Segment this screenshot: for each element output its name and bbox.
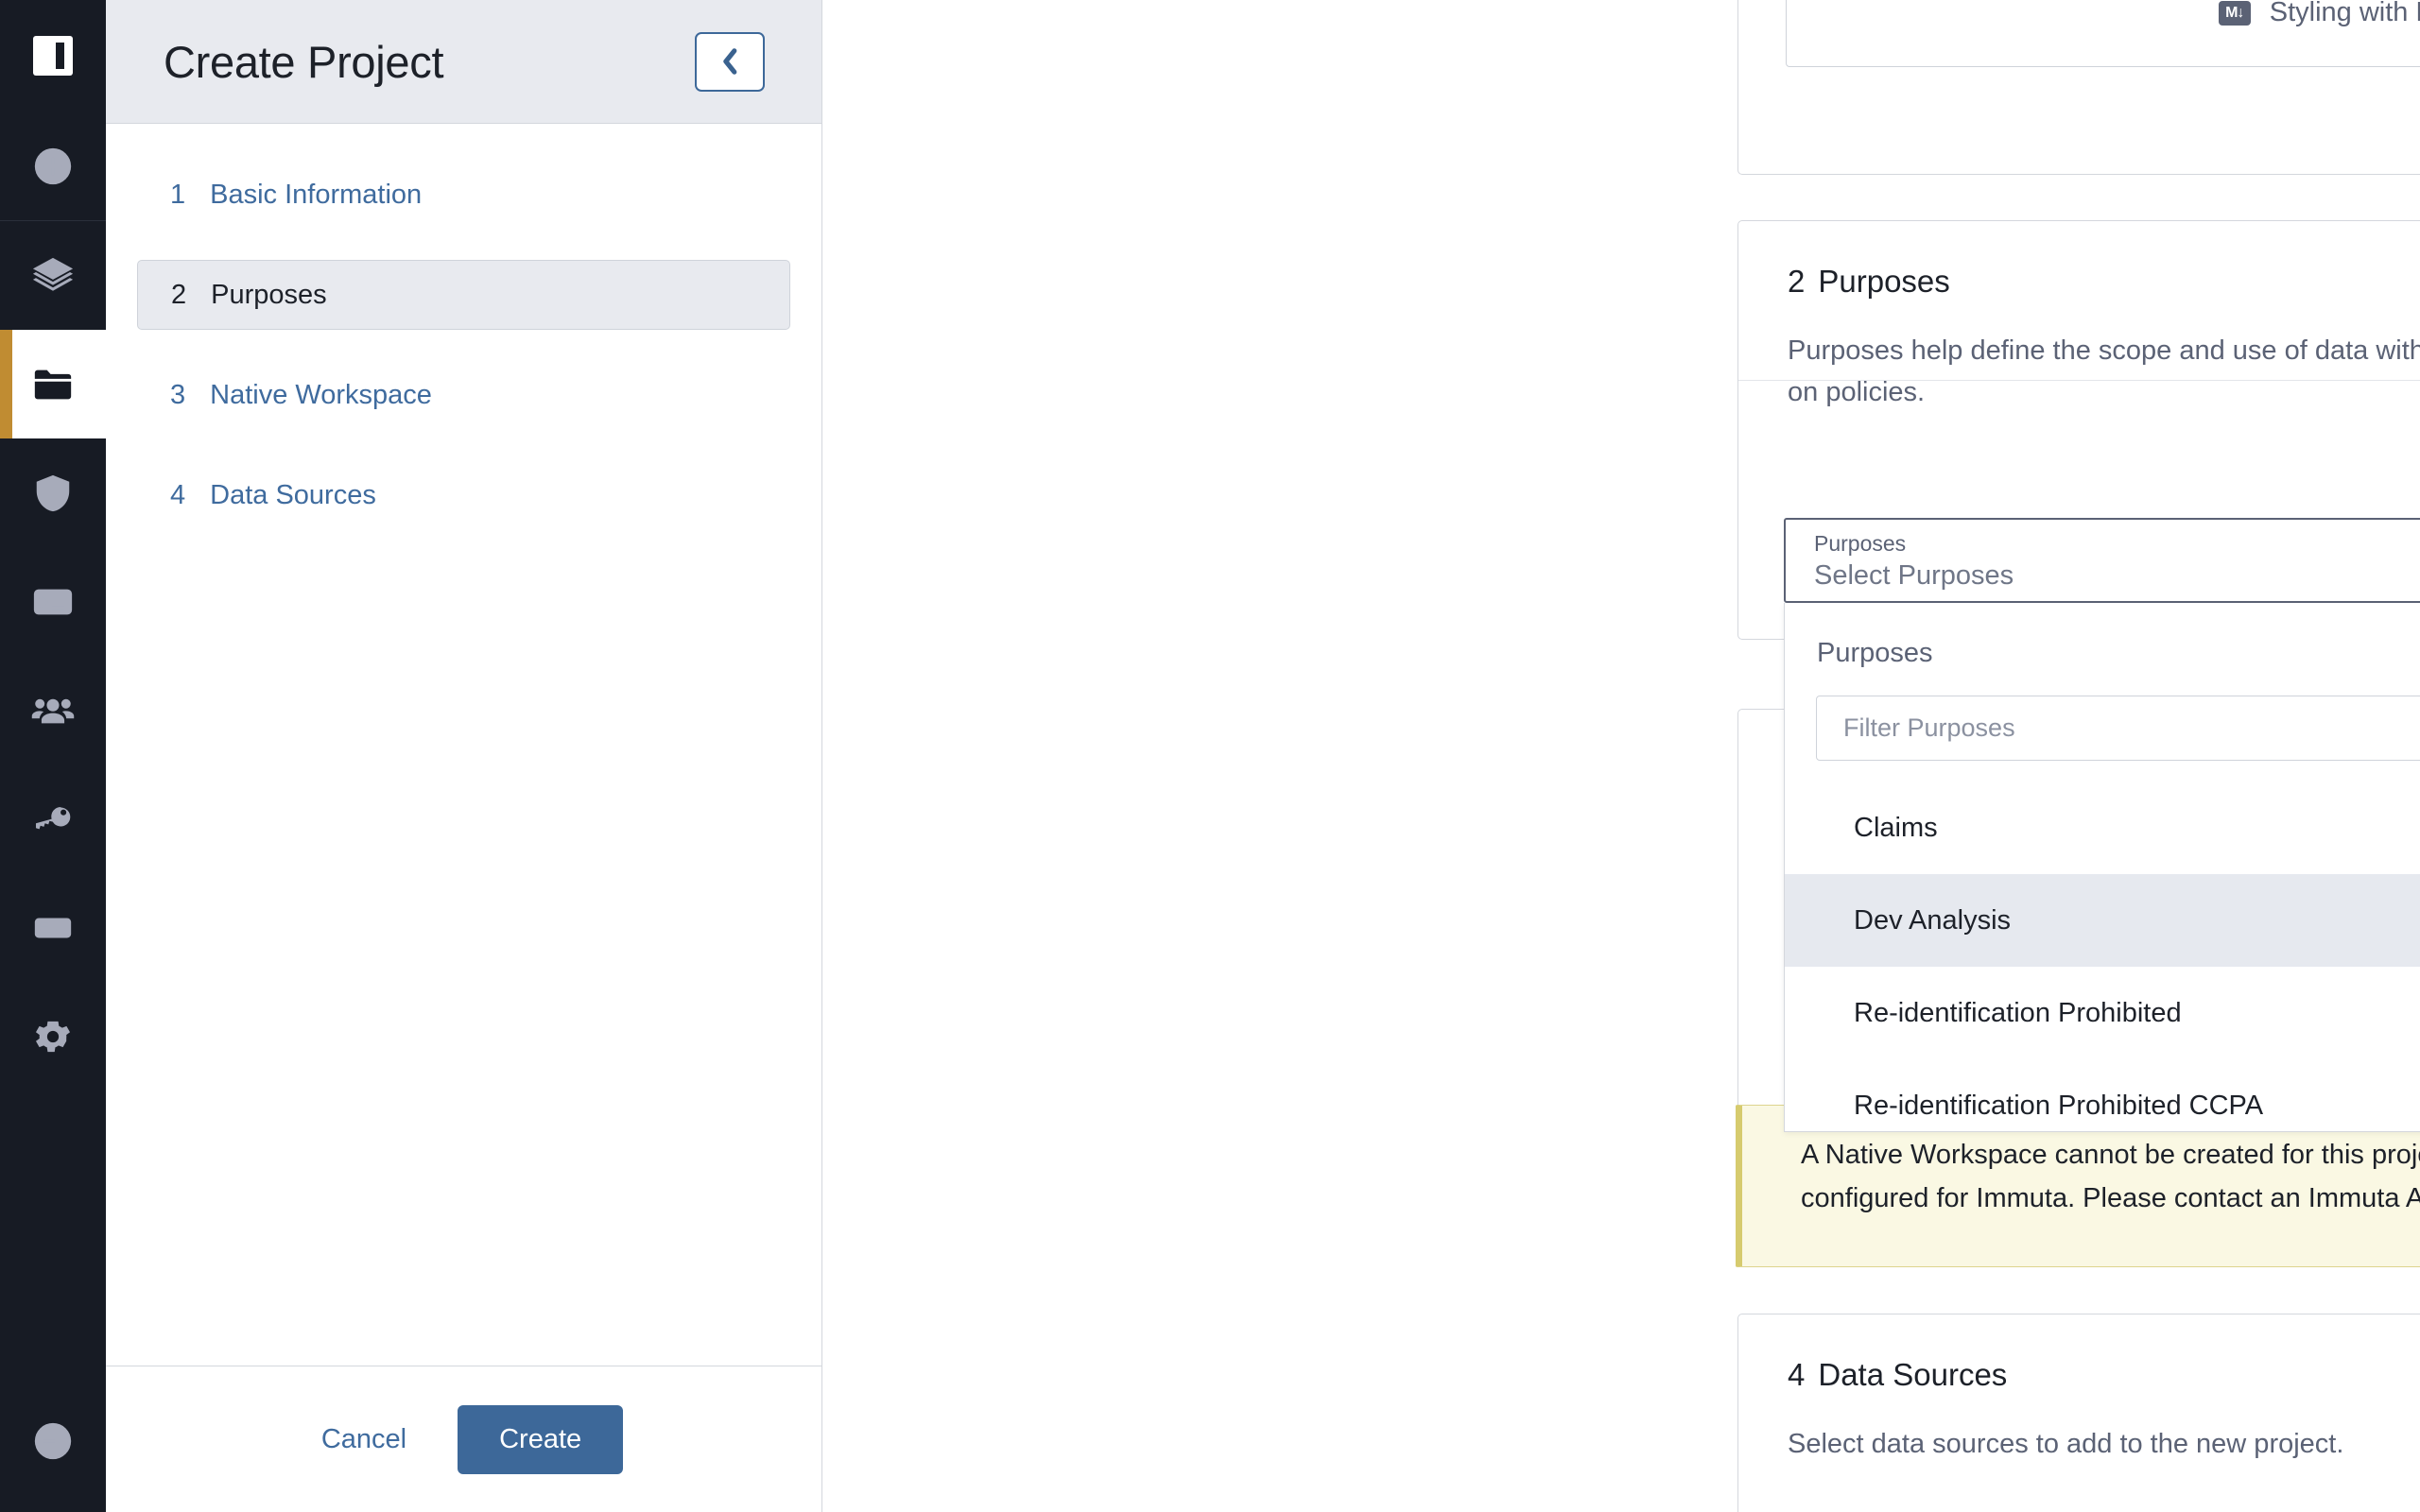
rail-item-audit[interactable] [0,873,106,982]
markdown-hint-text: Styling with Markdown is Supported. [2269,0,2420,27]
wizard-header: Create Project [106,0,821,124]
rail-item-sign-out[interactable] [0,1386,106,1495]
rail-item-credentials[interactable] [0,765,106,873]
rail-item-projects[interactable] [0,330,106,438]
step-number: 3 [170,379,186,410]
plus-circle-icon [34,147,72,184]
filter-purposes-input[interactable] [1843,713,2420,743]
card-divider [1738,380,2420,381]
purposes-option-claims[interactable]: Claims [1785,782,2420,874]
markdown-icon: M↓ [2218,0,2251,26]
purposes-card-header: 2 Purposes Purposes help define the scope… [1738,221,2420,413]
purposes-option-re-identification-prohibited-ccpa[interactable]: Re-identification Prohibited CCPA [1785,1059,2420,1131]
section-title: Purposes [1818,264,1950,299]
step-spacer [106,330,821,360]
gear-icon [35,1021,71,1052]
dropdown-header: Purposes + Create Purpose [1785,603,2420,669]
purposes-select[interactable]: Purposes Select Purposes [1784,518,2420,603]
wizard-step-native-workspace[interactable]: 3 Native Workspace [137,360,790,430]
filter-purposes-field[interactable] [1816,696,2420,761]
dropdown-title: Purposes [1817,637,1933,668]
step-number: 4 [170,479,186,510]
purposes-heading: 2 Purposes [1788,264,2420,300]
page-title: Create Project [164,36,444,87]
rail-item-terminal[interactable] [0,547,106,656]
step-spacer [106,430,821,460]
folder-icon [34,369,72,399]
purposes-option-list: Claims Dev Analysis Re-identification Pr… [1785,782,2420,1131]
purposes-description: Purposes help define the scope and use o… [1788,335,2420,408]
option-label: Dev Analysis [1854,904,2012,936]
main-content: M↓ Styling with Markdown is Supported. 2… [822,0,2420,1512]
key-icon [35,806,71,829]
panel-toggle-icon [33,36,73,76]
step-spacer [106,230,821,260]
wizard-step-basic-information[interactable]: 1 Basic Information [137,160,790,230]
shield-icon [36,474,70,511]
people-icon [31,698,75,723]
terminal-icon [33,589,73,614]
markdown-hint-bar: M↓ Styling with Markdown is Supported. [1786,0,2420,67]
rail-bottom-group [0,1386,106,1495]
layers-icon [32,257,74,291]
app-root: Create Project 1 Basic Information 2 Pur… [0,0,2420,1512]
option-label: Claims [1854,812,1938,843]
basic-information-card: M↓ Styling with Markdown is Supported. [1737,0,2420,175]
cancel-button[interactable]: Cancel [304,1411,424,1469]
step-label: Data Sources [210,479,376,510]
rail-item-policies[interactable] [0,438,106,547]
data-sources-heading: 4 Data Sources [1788,1357,2420,1393]
option-label: Re-identification Prohibited CCPA [1854,1090,2264,1121]
rail-item-data-sources[interactable] [0,221,106,330]
purposes-dropdown-panel: Purposes + Create Purpose Claims Dev An [1784,603,2420,1132]
chevron-left-icon [723,48,737,75]
section-title: Data Sources [1818,1357,2008,1392]
create-button[interactable]: Create [458,1404,624,1474]
panel-toggle-button[interactable] [0,0,106,112]
step-label: Native Workspace [210,379,432,410]
create-project-wizard: Create Project 1 Basic Information 2 Pur… [106,0,822,1512]
step-label: Basic Information [210,179,423,210]
step-number: 2 [171,279,187,310]
document-icon [34,917,72,938]
collapse-panel-button[interactable] [695,31,765,92]
data-sources-description: Select data sources to add to the new pr… [1788,1429,2344,1459]
section-number: 4 [1788,1357,1806,1392]
wizard-step-data-sources[interactable]: 4 Data Sources [137,460,790,530]
rail-item-people[interactable] [0,656,106,765]
purposes-option-re-identification-prohibited[interactable]: Re-identification Prohibited [1785,967,2420,1059]
arrow-right-circle-icon [34,1422,72,1459]
rail-item-add-new[interactable] [0,112,106,220]
purposes-select-value: Select Purposes [1814,559,2014,591]
data-sources-card: 4 Data Sources Select data sources to add… [1737,1314,2420,1512]
rail-item-settings[interactable] [0,982,106,1091]
global-nav-rail [0,0,106,1512]
wizard-step-purposes[interactable]: 2 Purposes [137,260,790,330]
purposes-select-label: Purposes [1814,531,1907,556]
section-number: 2 [1788,264,1806,299]
purposes-option-dev-analysis[interactable]: Dev Analysis [1785,874,2420,967]
step-number: 1 [170,179,186,210]
warning-text: A Native Workspace cannot be created for… [1801,1140,2420,1213]
option-label: Re-identification Prohibited [1854,997,2182,1028]
data-sources-card-header: 4 Data Sources Select data sources to add… [1738,1314,2420,1465]
wizard-step-list: 1 Basic Information 2 Purposes 3 Native … [106,124,821,1366]
step-label: Purposes [211,279,327,310]
wizard-footer: Cancel Create [106,1366,821,1512]
